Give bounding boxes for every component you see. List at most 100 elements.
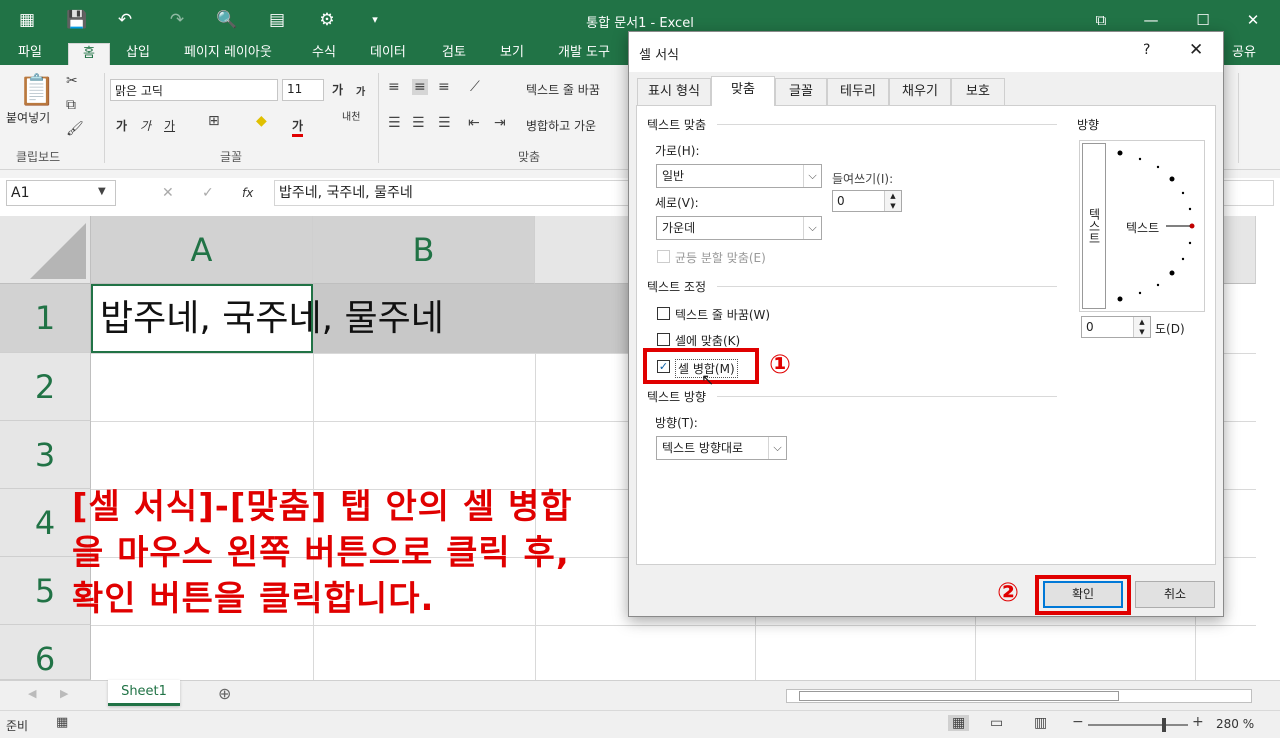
- phonetic-button[interactable]: 내천: [342, 113, 362, 123]
- spin-up-icon[interactable]: ▲: [1133, 317, 1150, 327]
- page-break-view-icon[interactable]: ▥: [1034, 715, 1047, 731]
- align-left-icon[interactable]: ☰: [388, 115, 401, 131]
- borders-icon[interactable]: ⊞: [208, 113, 220, 129]
- grow-font-button[interactable]: 가: [332, 81, 343, 98]
- bold-button[interactable]: 가: [116, 117, 127, 134]
- spin-up-icon[interactable]: ▲: [884, 191, 901, 201]
- row-header-3[interactable]: 3: [0, 421, 91, 489]
- new-sheet-icon[interactable]: ⊕: [218, 684, 231, 703]
- insert-function-button[interactable]: fx: [242, 186, 253, 200]
- align-bottom-icon[interactable]: ≡: [438, 79, 450, 95]
- direction-select[interactable]: 텍스트 방향대로 ⌵: [656, 436, 787, 460]
- underline-button[interactable]: 가: [164, 117, 175, 134]
- degrees-spinner[interactable]: 0 ▲ ▼: [1081, 316, 1151, 338]
- ribbon-display-icon[interactable]: ⧉: [1084, 6, 1118, 34]
- tab-number[interactable]: 표시 형식: [637, 78, 711, 105]
- vertical-select[interactable]: 가운데 ⌵: [656, 216, 822, 240]
- tab-fill[interactable]: 채우기: [889, 78, 951, 105]
- select-all-corner[interactable]: [0, 216, 91, 284]
- zoom-slider[interactable]: [1088, 724, 1188, 726]
- menu-page-layout[interactable]: 페이지 레이아웃: [178, 43, 278, 65]
- help-button[interactable]: ?: [1143, 42, 1150, 58]
- align-right-icon[interactable]: ☰: [438, 115, 451, 131]
- undo-icon[interactable]: ↶: [112, 8, 138, 32]
- sheet-tab-sheet1[interactable]: Sheet1: [108, 680, 180, 706]
- horizontal-select[interactable]: 일반 ⌵: [656, 164, 822, 188]
- align-center-icon[interactable]: ☰: [412, 115, 425, 131]
- excel-app-icon[interactable]: ▦: [14, 8, 40, 32]
- horizontal-scrollbar[interactable]: [786, 689, 1252, 703]
- wrap-text-checkbox[interactable]: [657, 307, 670, 320]
- redo-icon[interactable]: ↷: [164, 8, 190, 32]
- cut-icon[interactable]: ✂: [66, 73, 78, 89]
- normal-view-icon[interactable]: ▦: [948, 715, 969, 731]
- column-header-b[interactable]: B: [313, 216, 535, 284]
- menu-review[interactable]: 검토: [436, 43, 472, 65]
- scroll-tabs-left-icon[interactable]: ◀: [28, 687, 36, 700]
- form-icon[interactable]: ▤: [264, 8, 290, 32]
- zoom-out-icon[interactable]: −: [1072, 714, 1084, 730]
- spin-down-icon[interactable]: ▼: [884, 201, 901, 211]
- orientation-box[interactable]: 텍스트 텍스트: [1079, 140, 1205, 312]
- orientation-icon[interactable]: ⟋: [470, 79, 480, 95]
- indent-spinner[interactable]: 0 ▲ ▼: [832, 190, 902, 212]
- fill-color-icon[interactable]: ◆: [256, 113, 267, 129]
- menu-home[interactable]: 홈: [68, 43, 110, 65]
- print-preview-icon[interactable]: 🔍: [214, 8, 240, 32]
- vertical-text-button[interactable]: 텍스트: [1082, 143, 1106, 309]
- merge-cells-checkbox[interactable]: ✓: [657, 360, 670, 373]
- font-name-combo[interactable]: 맑은 고딕: [110, 79, 278, 101]
- menu-view[interactable]: 보기: [494, 43, 530, 65]
- increase-indent-icon[interactable]: ⇥: [494, 115, 506, 131]
- menu-formulas[interactable]: 수식: [306, 43, 342, 65]
- font-size-combo[interactable]: 11: [282, 79, 324, 101]
- enter-icon[interactable]: ✓: [202, 185, 214, 201]
- column-header-a[interactable]: A: [91, 216, 313, 284]
- share-button[interactable]: 공유: [1226, 43, 1262, 65]
- zoom-slider-thumb[interactable]: [1162, 718, 1166, 732]
- zoom-level[interactable]: 280 %: [1216, 717, 1254, 731]
- shrink-to-fit-checkbox[interactable]: [657, 333, 670, 346]
- name-box-dropdown-icon[interactable]: ▼: [98, 186, 106, 197]
- menu-file[interactable]: 파일: [12, 43, 48, 65]
- tab-font[interactable]: 글꼴: [775, 78, 827, 105]
- tab-protection[interactable]: 보호: [951, 78, 1005, 105]
- paste-icon[interactable]: 📋: [18, 73, 55, 108]
- wrap-text-button[interactable]: 텍스트 줄 바꿈: [526, 81, 628, 98]
- cancel-icon[interactable]: ✕: [162, 185, 174, 201]
- tab-alignment[interactable]: 맞춤: [711, 76, 775, 106]
- macro-record-icon[interactable]: ▦: [56, 715, 68, 730]
- paste-label[interactable]: 붙여넣기: [6, 109, 50, 126]
- menu-insert[interactable]: 삽입: [120, 43, 156, 65]
- save-icon[interactable]: 💾: [64, 8, 90, 32]
- maximize-icon[interactable]: ☐: [1186, 6, 1220, 34]
- customize-qat-icon[interactable]: ▾: [362, 8, 388, 32]
- close-window-icon[interactable]: ✕: [1236, 6, 1270, 34]
- cancel-button[interactable]: 취소: [1135, 581, 1215, 608]
- align-middle-icon[interactable]: ≡: [412, 79, 428, 95]
- font-color-button[interactable]: 가: [292, 117, 303, 137]
- shrink-font-button[interactable]: 가: [356, 83, 365, 98]
- row-header-1[interactable]: 1: [0, 284, 91, 353]
- scrollbar-thumb[interactable]: [799, 691, 1119, 701]
- justify-distributed-checkbox[interactable]: [657, 250, 670, 263]
- format-painter-icon[interactable]: 🖌: [66, 121, 84, 137]
- italic-button[interactable]: 가: [140, 117, 151, 134]
- minimize-icon[interactable]: —: [1134, 6, 1168, 34]
- zoom-in-icon[interactable]: +: [1192, 714, 1204, 730]
- scroll-tabs-right-icon[interactable]: ▶: [60, 687, 68, 700]
- dialog-close-icon[interactable]: ✕: [1189, 40, 1203, 60]
- decrease-indent-icon[interactable]: ⇤: [468, 115, 480, 131]
- menu-data[interactable]: 데이터: [364, 43, 412, 65]
- tab-border[interactable]: 테두리: [827, 78, 889, 105]
- macro-icon[interactable]: ⚙: [314, 8, 340, 32]
- merge-center-button[interactable]: 병합하고 가운: [526, 117, 628, 134]
- menu-developer[interactable]: 개발 도구: [552, 43, 616, 65]
- align-top-icon[interactable]: ≡: [388, 79, 400, 95]
- row-header-2[interactable]: 2: [0, 353, 91, 421]
- spin-down-icon[interactable]: ▼: [1133, 327, 1150, 337]
- ok-button[interactable]: 확인: [1043, 581, 1123, 608]
- copy-icon[interactable]: ⧉: [66, 97, 76, 113]
- row-header-6[interactable]: 6: [0, 625, 91, 680]
- page-layout-view-icon[interactable]: ▭: [990, 715, 1003, 731]
